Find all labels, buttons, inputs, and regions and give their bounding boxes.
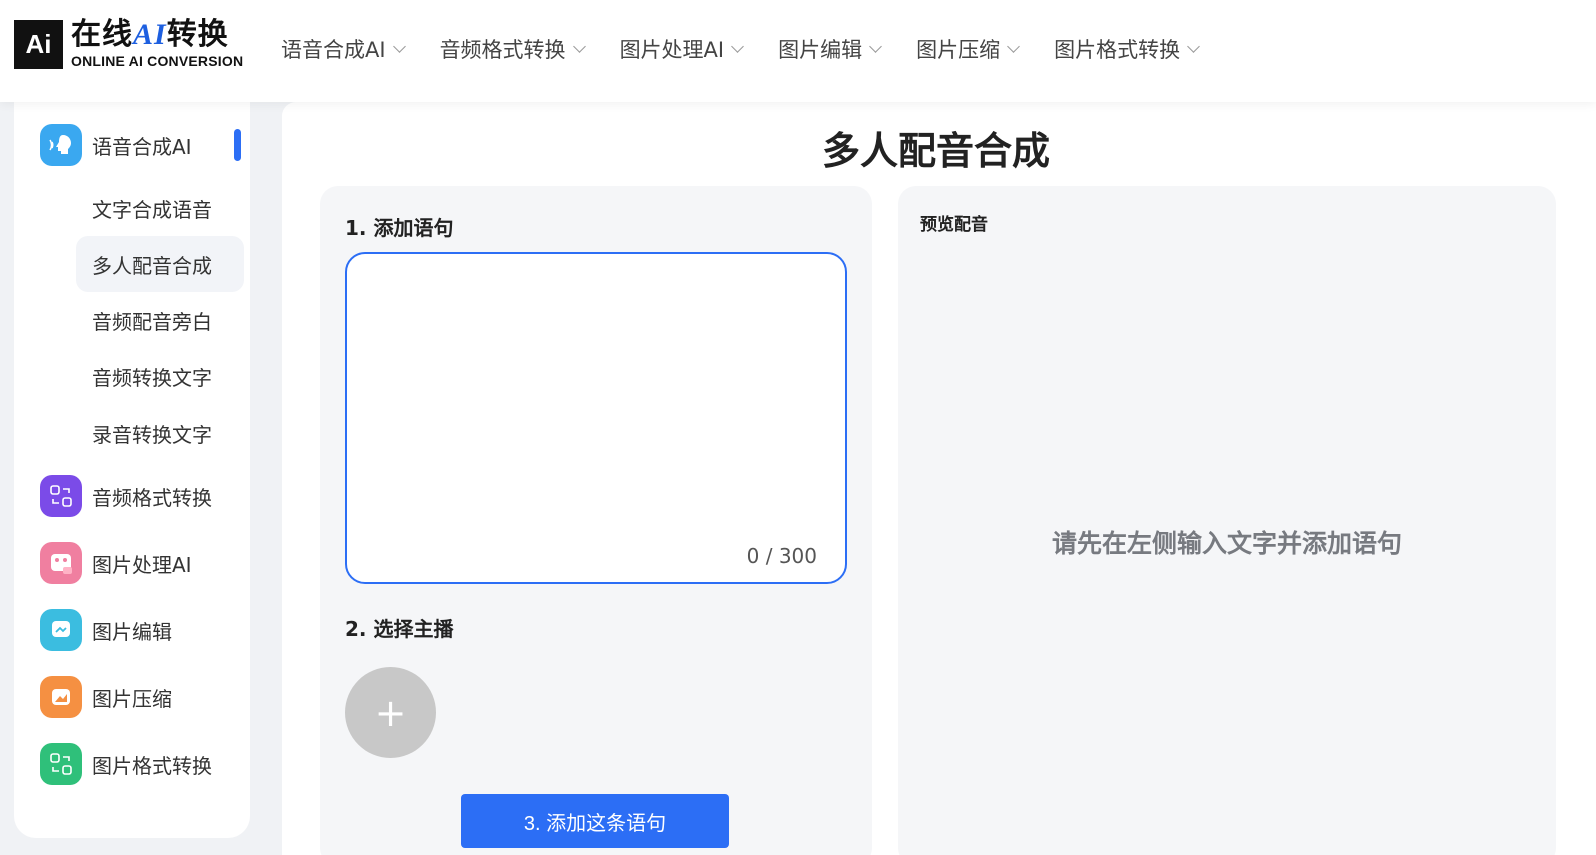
sidebar-item-audio-convert[interactable]: 音频格式转换 [40,475,212,517]
sidebar-item-label: 图片压缩 [92,686,172,711]
top-header: Ai 在线AI转换 ONLINE AI CONVERSION 语音合成AI 音频… [0,0,1596,102]
nav-item-image-convert[interactable]: 图片格式转换 [1054,34,1200,64]
nav-label: 音频格式转换 [439,38,566,62]
sentence-editor-panel: 1. 添加语句 0 / 300 2. 选择主播 + 3. 添加这条语句 [320,186,872,855]
sidebar-item-label: 图片编辑 [92,619,172,644]
sidebar-subitem-text-to-speech[interactable]: 文字合成语音 [76,180,244,236]
sentence-input-wrapper: 0 / 300 [345,252,847,584]
main-content: 多人配音合成 1. 添加语句 0 / 300 2. 选择主播 + 3. 添加这条… [282,102,1596,855]
sidebar-item-label: 图片格式转换 [92,753,212,778]
audio-convert-icon [40,475,82,517]
image-convert-icon [40,743,82,785]
sidebar-item-image-convert[interactable]: 图片格式转换 [40,743,212,785]
chevron-down-icon [1007,40,1020,53]
logo-title: 在线AI转换 [71,17,229,52]
sidebar-item-image-compress[interactable]: 图片压缩 [40,676,172,718]
step1-title: 1. 添加语句 [345,216,454,240]
nav-label: 图片处理AI [619,38,725,62]
sidebar-item-image-edit[interactable]: 图片编辑 [40,609,172,651]
nav-item-image-compress[interactable]: 图片压缩 [916,34,1020,64]
voice-icon [40,124,82,166]
nav-item-voice-ai[interactable]: 语音合成AI [281,34,406,64]
chevron-down-icon [869,40,882,53]
nav-item-audio-convert[interactable]: 音频格式转换 [439,34,586,64]
top-nav: 语音合成AI 音频格式转换 图片处理AI 图片编辑 图片压缩 图片格式转换 [281,34,1234,64]
preview-panel: 预览配音 请先在左侧输入文字并添加语句 [898,186,1556,855]
image-edit-icon [40,609,82,651]
chevron-down-icon [392,40,406,53]
preview-empty-hint: 请先在左侧输入文字并添加语句 [1051,529,1402,558]
nav-label: 图片编辑 [778,38,863,62]
active-indicator [234,129,241,161]
logo-mark: Ai [14,19,63,69]
nav-item-image-edit[interactable]: 图片编辑 [778,34,882,64]
chevron-down-icon [731,40,744,53]
step2-title: 2. 选择主播 [345,617,454,641]
chevron-down-icon [1187,40,1200,53]
nav-label: 语音合成AI [281,38,386,62]
chevron-down-icon [572,40,586,53]
logo-text: 在线AI转换 ONLINE AI CONVERSION [71,17,244,70]
nav-label: 图片格式转换 [1054,38,1181,62]
page-title: 多人配音合成 [821,129,1050,173]
sidebar-item-label: 图片处理AI [92,552,192,577]
add-anchor-button[interactable]: + [345,667,436,758]
sidebar-subitem-audio-narration[interactable]: 音频配音旁白 [76,292,244,348]
sidebar-subitem-audio-to-text[interactable]: 音频转换文字 [76,348,244,404]
nav-label: 图片压缩 [916,38,1001,62]
sentence-input[interactable] [347,254,845,582]
sidebar: 语音合成AI 文字合成语音 多人配音合成 音频配音旁白 音频转换文字 录音转换文… [14,102,250,838]
sidebar-item-label: 语音合成AI [92,134,192,159]
sidebar-item-image-ai[interactable]: 图片处理AI [40,542,192,584]
image-compress-icon [40,676,82,718]
add-sentence-button[interactable]: 3. 添加这条语句 [461,794,729,848]
logo-subtitle: ONLINE AI CONVERSION [71,53,244,69]
sidebar-item-voice-ai[interactable]: 语音合成AI [40,124,192,166]
preview-title: 预览配音 [920,215,988,235]
sidebar-item-label: 音频格式转换 [92,485,212,510]
logo[interactable]: Ai 在线AI转换 ONLINE AI CONVERSION [14,19,243,69]
char-counter: 0 / 300 [746,544,817,568]
plus-icon: + [374,690,407,735]
nav-item-image-ai[interactable]: 图片处理AI [619,34,744,64]
image-ai-icon [40,542,82,584]
sidebar-subitem-recording-to-text[interactable]: 录音转换文字 [76,405,244,461]
sidebar-subitem-multi-dubbing[interactable]: 多人配音合成 [76,236,244,292]
